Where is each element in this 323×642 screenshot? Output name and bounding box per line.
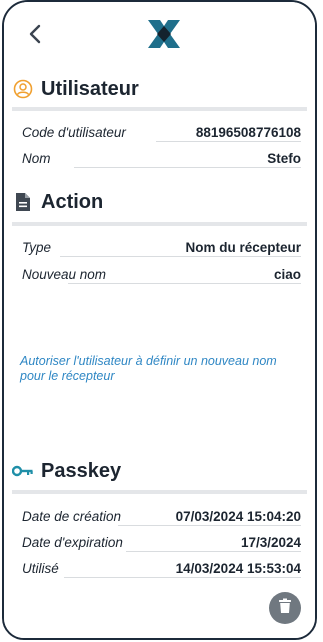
section-divider — [12, 222, 307, 226]
chevron-left-icon[interactable] — [22, 20, 50, 48]
creation-date-value: 07/03/2024 15:04:20 — [175, 509, 301, 524]
phone-frame: Utilisateur Code d'utilisateur 881965087… — [2, 0, 317, 640]
user-name-row: Nom Stefo — [22, 142, 301, 166]
action-type-label: Type — [22, 240, 52, 255]
action-description: Autoriser l'utilisateur à définir un nou… — [20, 354, 277, 383]
used-date-value: 14/03/2024 15:53:04 — [175, 561, 301, 576]
expiration-date-label: Date d'expiration — [22, 535, 123, 550]
section-title-user: Utilisateur — [41, 77, 139, 100]
top-bar — [4, 2, 315, 68]
creation-date-row: Date de création 07/03/2024 15:04:20 — [22, 500, 301, 524]
action-section-header: Action — [12, 185, 307, 219]
trash-icon — [278, 598, 292, 619]
document-icon — [12, 191, 34, 213]
row-divider — [64, 577, 301, 578]
app-logo — [146, 18, 182, 50]
row-divider — [74, 167, 301, 168]
user-name-value: Stefo — [267, 151, 301, 166]
new-name-value: ciao — [273, 267, 301, 282]
row-divider — [68, 283, 301, 284]
section-title-action: Action — [41, 190, 104, 213]
user-code-label: Code d'utilisateur — [22, 125, 126, 140]
expiration-date-value: 17/3/2024 — [240, 535, 301, 550]
delete-button[interactable] — [269, 592, 301, 624]
user-code-row: Code d'utilisateur 88196508776108 — [22, 116, 301, 140]
section-divider — [12, 490, 307, 494]
action-type-row: Type Nom du récepteur — [22, 231, 301, 255]
new-name-label: Nouveau nom — [22, 267, 107, 282]
content-area: Utilisateur Code d'utilisateur 881965087… — [4, 68, 315, 638]
used-date-row: Utilisé 14/03/2024 15:53:04 — [22, 552, 301, 576]
new-name-row: Nouveau nom ciao — [22, 258, 301, 282]
section-title-passkey: Passkey — [41, 459, 122, 482]
user-circle-icon — [12, 78, 34, 100]
user-section-header: Utilisateur — [12, 72, 307, 106]
key-icon — [12, 460, 34, 482]
section-divider — [12, 107, 307, 111]
used-date-label: Utilisé — [22, 561, 59, 576]
action-type-value: Nom du récepteur — [185, 240, 301, 255]
row-divider — [60, 256, 301, 257]
creation-date-label: Date de création — [22, 509, 122, 524]
expiration-date-row: Date d'expiration 17/3/2024 — [22, 526, 301, 550]
user-code-value: 88196508776108 — [195, 125, 301, 140]
user-name-label: Nom — [22, 151, 51, 166]
passkey-section-header: Passkey — [12, 454, 307, 488]
